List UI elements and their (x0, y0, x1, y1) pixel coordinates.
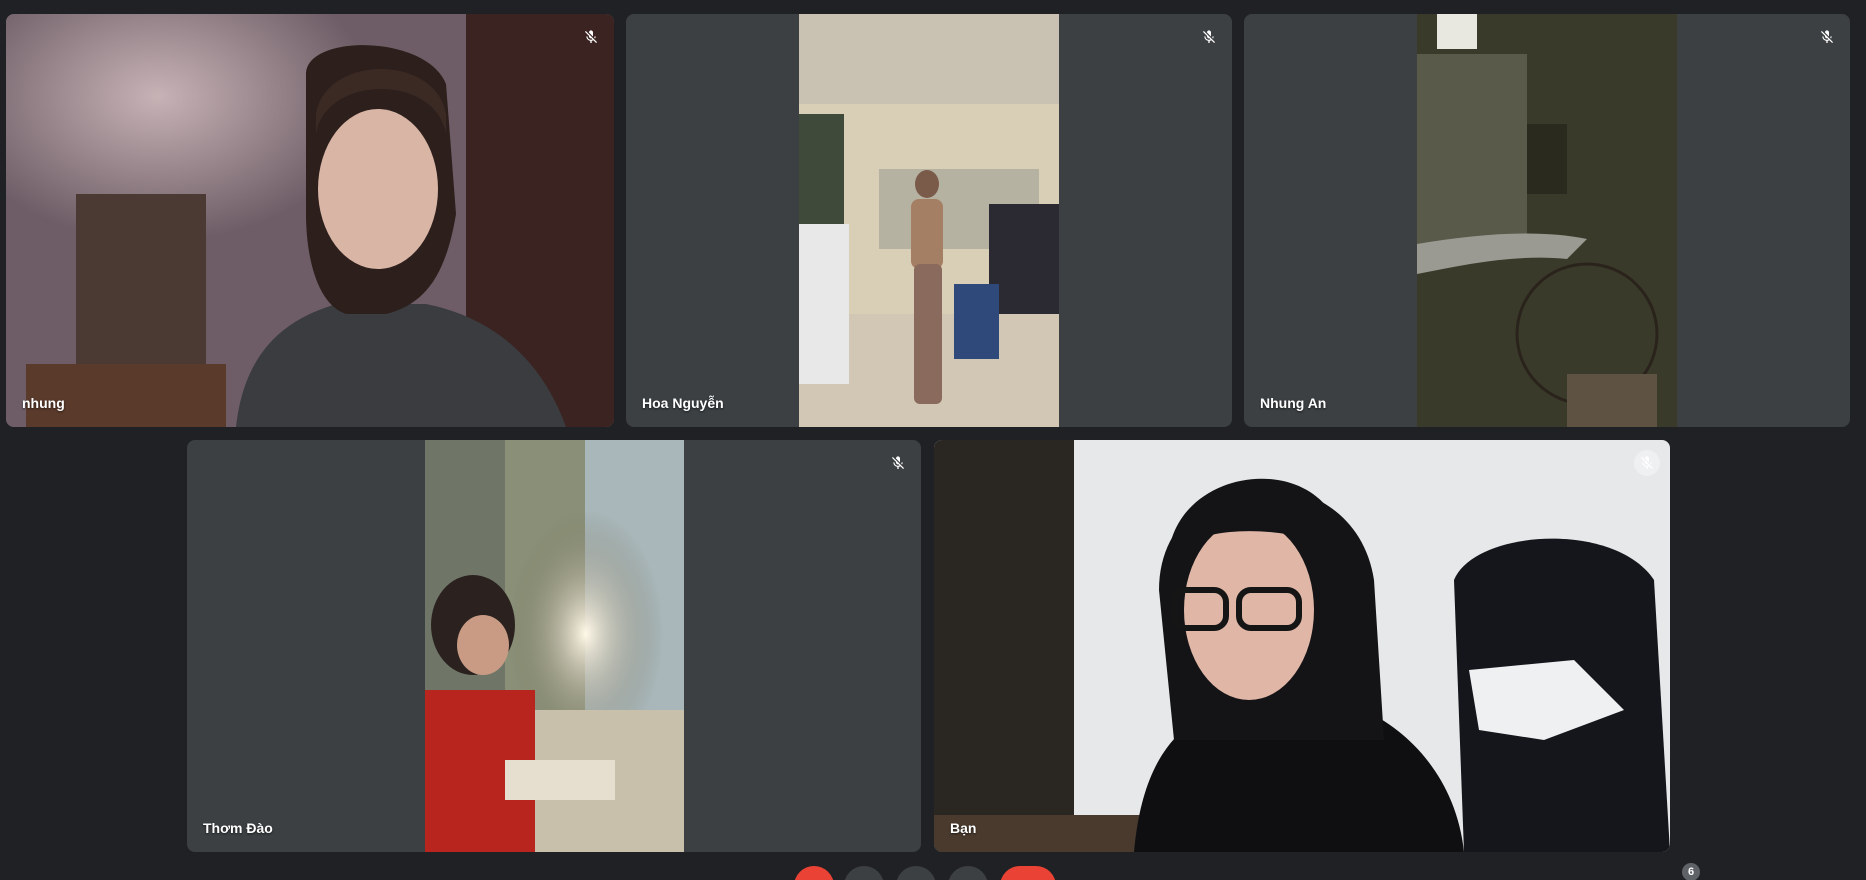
present-button[interactable] (948, 866, 988, 880)
mic-off-icon (1196, 24, 1222, 50)
participant-count-badge[interactable]: 6 (1682, 863, 1700, 880)
participant-tile-nhung-an[interactable]: Nhung An (1244, 14, 1850, 427)
call-control-bar (0, 860, 1866, 880)
mic-off-icon (1814, 24, 1840, 50)
video-frame (934, 440, 1670, 852)
mic-off-glyph (1821, 30, 1833, 43)
mic-off-glyph (585, 30, 597, 43)
participant-name: Hoa Nguyễn (642, 395, 724, 411)
mic-off-glyph (892, 456, 904, 469)
mic-button[interactable] (794, 866, 834, 880)
participant-tile-thom-dao[interactable]: Thơm Đào (187, 440, 921, 852)
video-frame (425, 440, 684, 852)
camera-button[interactable] (844, 866, 884, 880)
mic-off-icon (885, 450, 911, 476)
participant-name: nhung (22, 395, 65, 411)
participant-tile-hoa-nguyen[interactable]: Hoa Nguyễn (626, 14, 1232, 427)
mic-off-icon (1634, 450, 1660, 476)
mic-off-icon (578, 24, 604, 50)
video-feed-nhung (6, 14, 614, 427)
captions-button[interactable] (896, 866, 936, 880)
leave-call-button[interactable] (1000, 866, 1056, 880)
video-feed-nhung-an (1417, 14, 1677, 427)
mic-off-glyph (1641, 456, 1653, 469)
participant-tile-self[interactable]: Bạn (934, 440, 1670, 852)
video-feed-thom-dao (425, 440, 684, 852)
video-frame (1417, 14, 1677, 427)
meeting-stage: nhung Hoa Nguyễn Nhung An Thơm Đào Bạn 6 (0, 0, 1866, 880)
participant-tile-nhung[interactable]: nhung (6, 14, 614, 427)
video-feed-hoa-nguyen (799, 14, 1059, 427)
participant-name: Bạn (950, 820, 977, 836)
video-frame (6, 14, 614, 427)
video-frame (799, 14, 1059, 427)
mic-off-glyph (1203, 30, 1215, 43)
participant-name: Thơm Đào (203, 820, 273, 836)
participant-name: Nhung An (1260, 395, 1327, 411)
video-feed-self (934, 440, 1670, 852)
